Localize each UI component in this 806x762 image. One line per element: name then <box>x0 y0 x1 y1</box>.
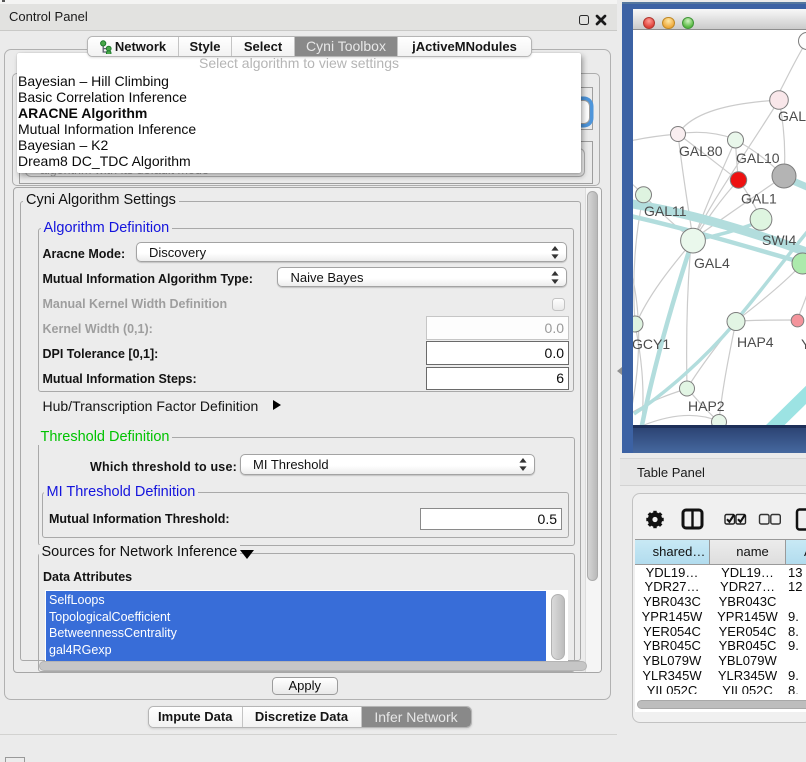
svg-text:HAP4: HAP4 <box>737 334 774 350</box>
svg-text:HAP2: HAP2 <box>688 398 725 414</box>
svg-text:YM: YM <box>801 336 806 352</box>
svg-text:GAL11: GAL11 <box>644 203 687 219</box>
svg-text:GAL80: GAL80 <box>679 143 723 159</box>
svg-text:GCY1: GCY1 <box>633 336 670 352</box>
svg-text:GAL2: GAL2 <box>778 108 806 124</box>
svg-text:GAL1: GAL1 <box>741 191 777 207</box>
svg-text:SWI4: SWI4 <box>762 232 796 248</box>
svg-text:GAL10: GAL10 <box>736 150 780 166</box>
svg-text:GAL4: GAL4 <box>694 255 730 271</box>
